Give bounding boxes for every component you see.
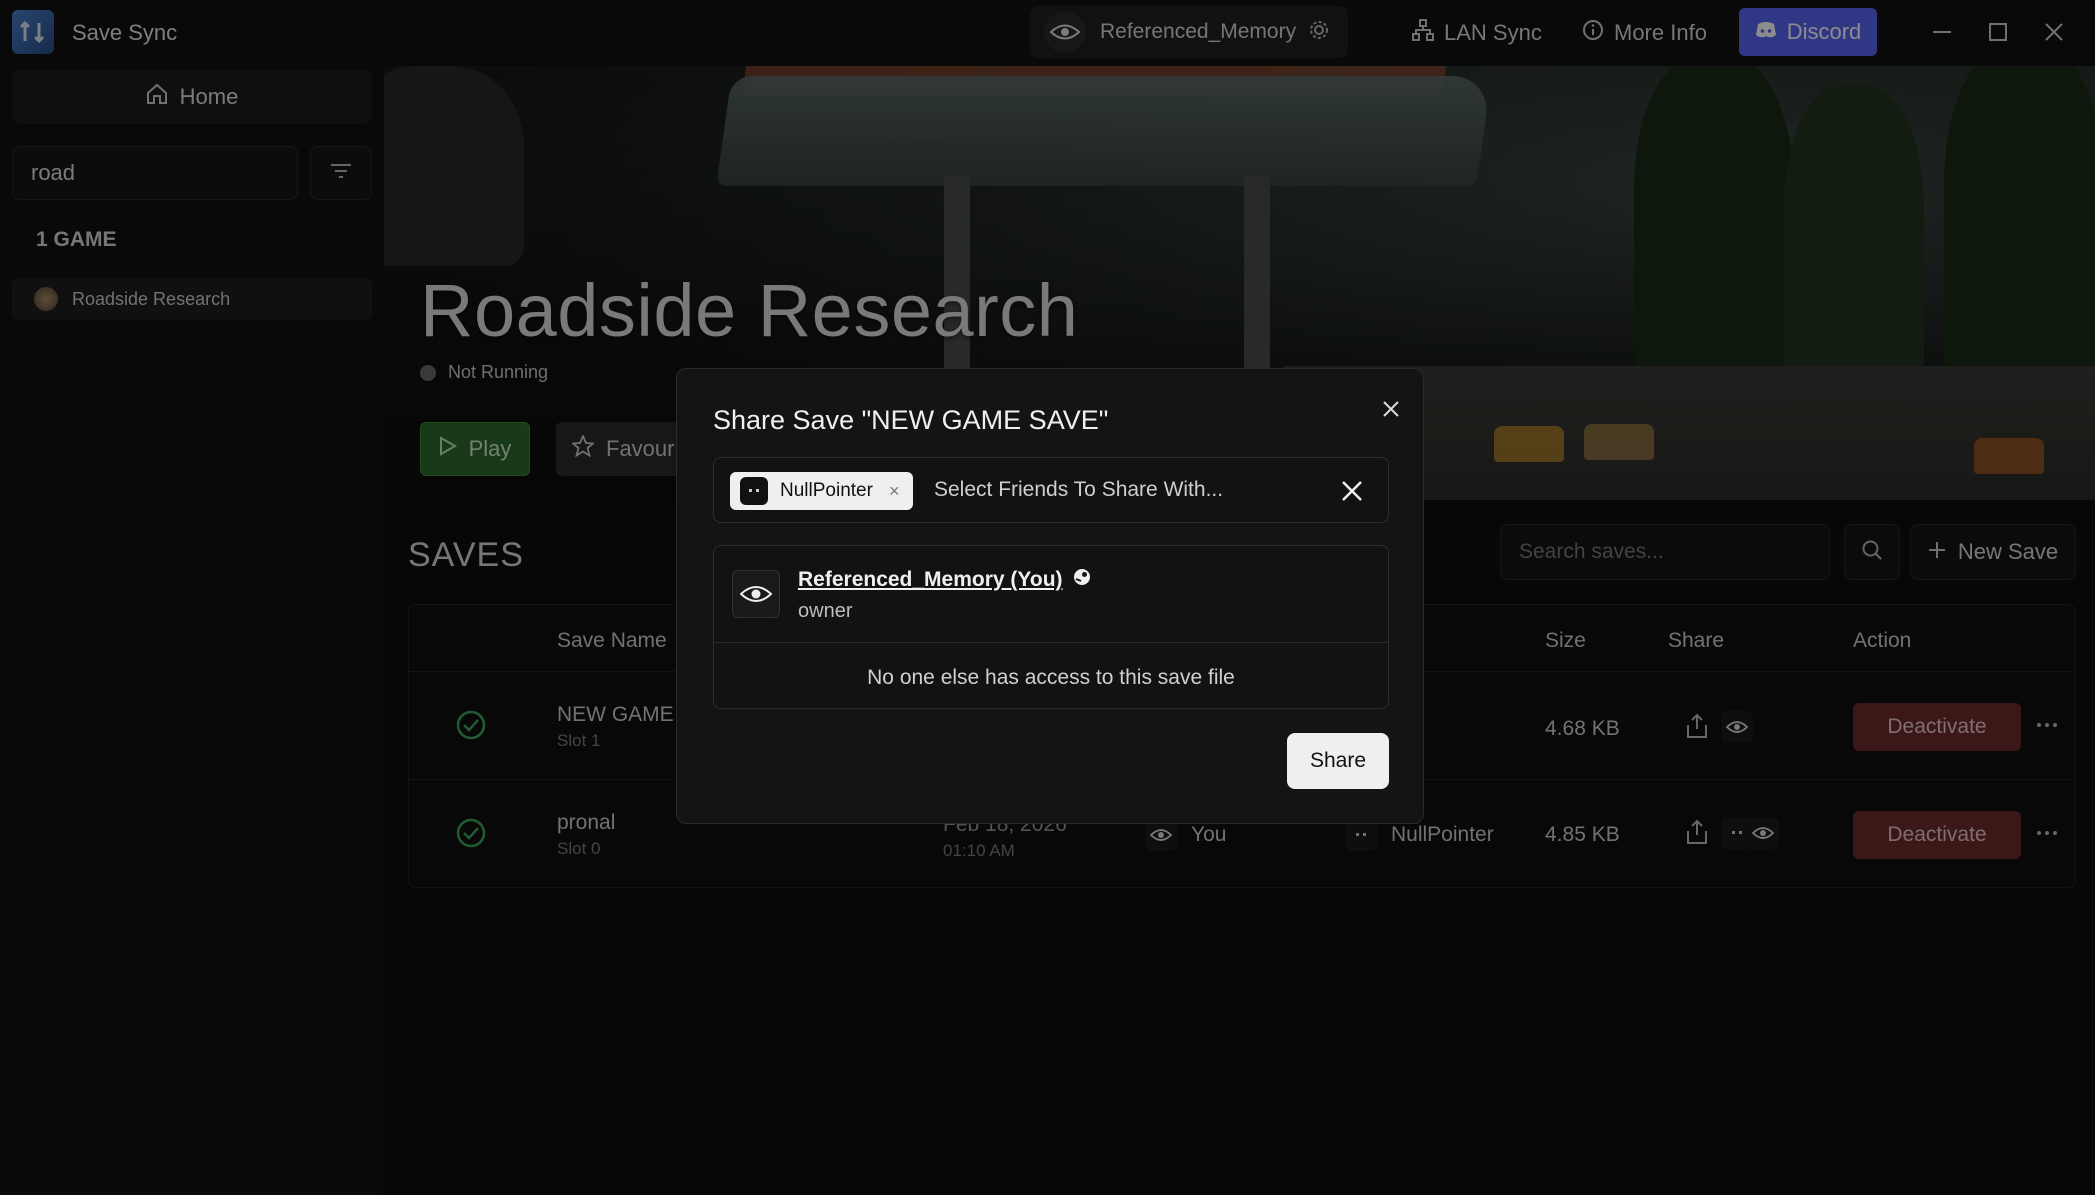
steam-icon (1073, 568, 1091, 592)
chip-label: NullPointer (780, 480, 873, 501)
selected-friend-chip[interactable]: NullPointer × (730, 472, 914, 510)
owner-role: owner (798, 600, 853, 622)
clear-selection-icon[interactable] (1334, 473, 1370, 509)
close-icon[interactable] (1375, 393, 1407, 425)
friend-select-input[interactable]: NullPointer × Select Friends To Share Wi… (713, 457, 1389, 523)
owner-name: Referenced_Memory (You) (798, 568, 1063, 591)
share-save-dialog: Share Save "NEW GAME SAVE" NullPointer ×… (676, 368, 1424, 824)
owner-link[interactable]: Referenced_Memory (You) (798, 568, 1091, 592)
avatar (740, 477, 768, 505)
no-access-message: No one else has access to this save file (867, 666, 1235, 689)
eye-icon (732, 570, 780, 618)
friend-select-placeholder: Select Friends To Share With... (934, 478, 1224, 501)
access-list: Referenced_Memory (You) owner No one els… (713, 545, 1389, 709)
dialog-title: Share Save "NEW GAME SAVE" (713, 405, 1109, 435)
share-button[interactable]: Share (1287, 733, 1389, 789)
remove-chip-icon[interactable]: × (889, 481, 900, 502)
